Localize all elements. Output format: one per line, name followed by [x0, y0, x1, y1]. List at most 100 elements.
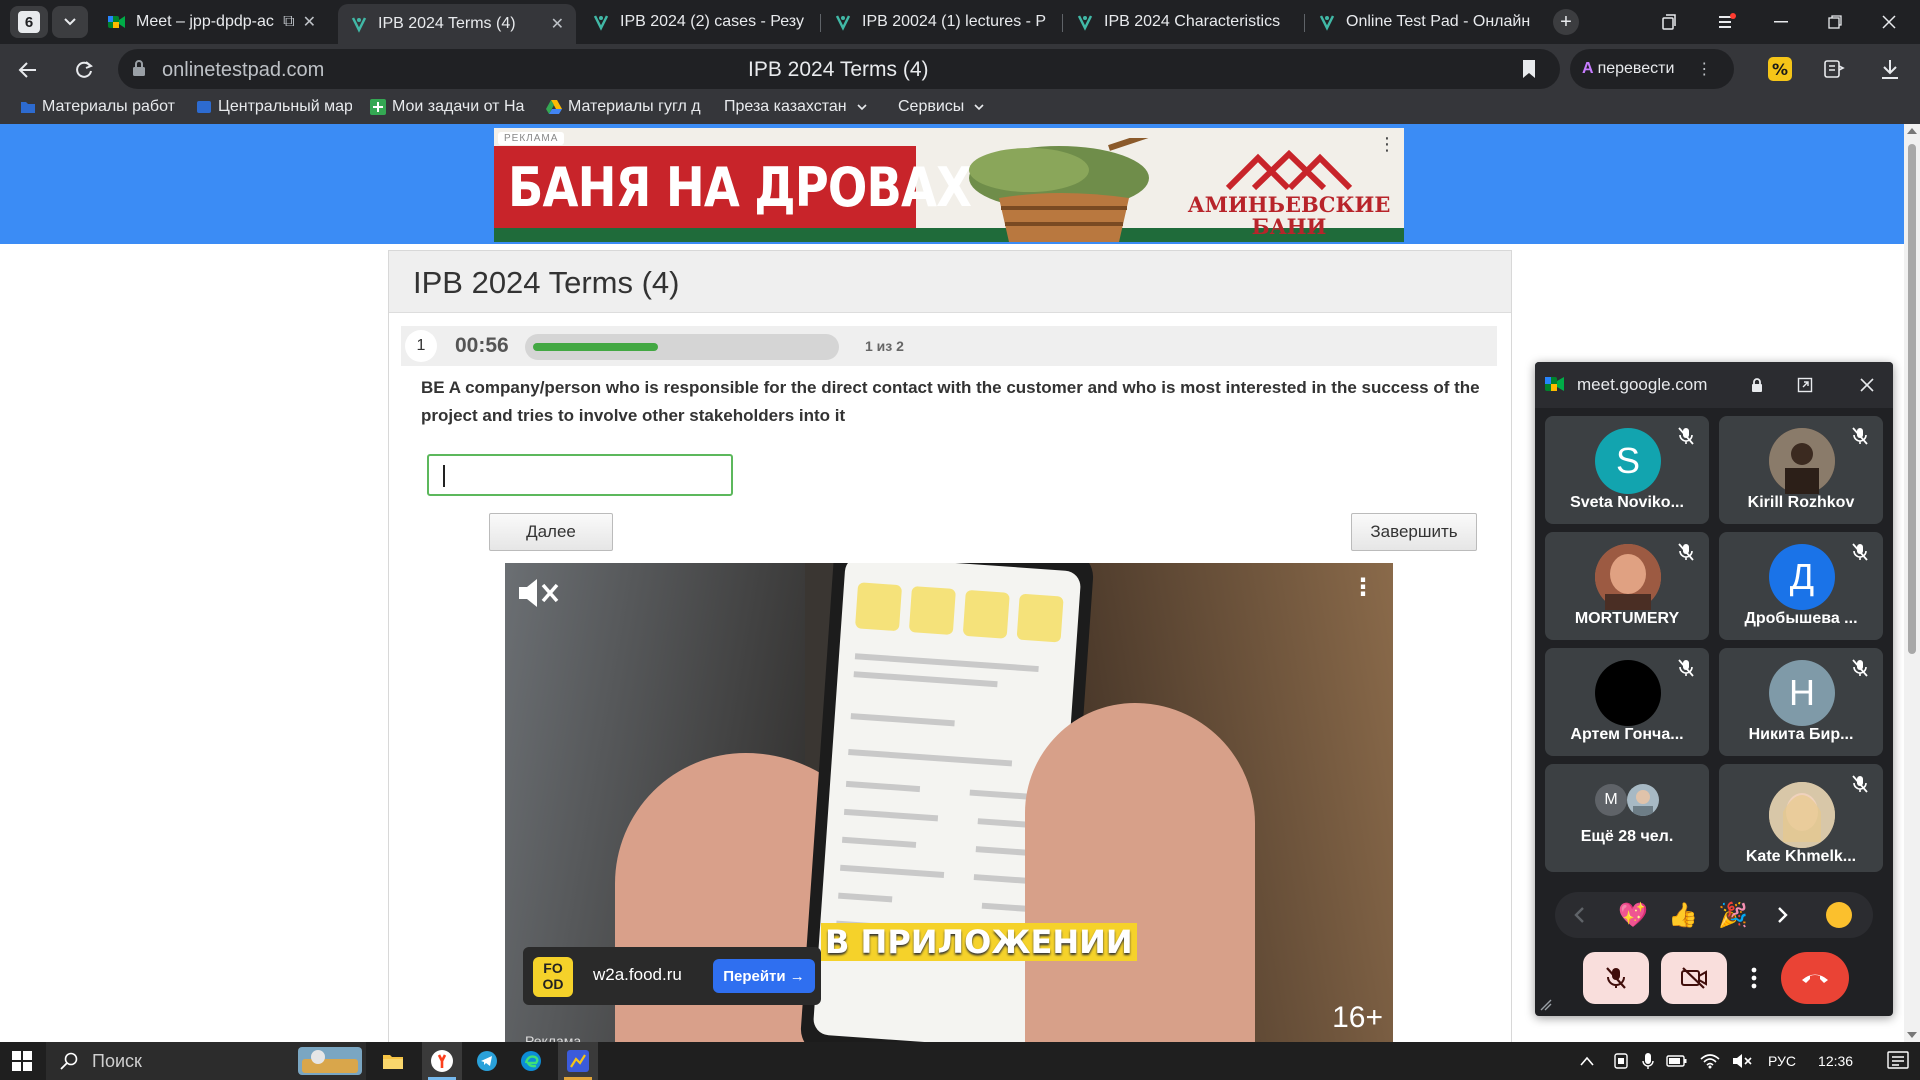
- reload-icon[interactable]: [68, 54, 100, 86]
- microphone-icon[interactable]: [1642, 1052, 1654, 1070]
- chevron-down-icon: [857, 98, 867, 116]
- more-vert-icon[interactable]: ⋮: [1696, 59, 1712, 79]
- tab-ipb-lectures[interactable]: IPB 20024 (1) lectures - Р: [822, 4, 1058, 40]
- finish-button[interactable]: Завершить: [1351, 513, 1477, 551]
- close-icon[interactable]: [1855, 373, 1879, 397]
- more-options-button[interactable]: [1741, 952, 1767, 1004]
- tab-online-test-pad[interactable]: Online Test Pad - Онлайн: [1306, 4, 1542, 40]
- chevron-up-icon[interactable]: [1580, 1056, 1594, 1066]
- promo-cta-button[interactable]: Перейти →: [713, 959, 815, 993]
- tab-list-chevron-icon[interactable]: [52, 6, 88, 38]
- page-scrollbar[interactable]: [1904, 124, 1920, 1042]
- video-promo-card[interactable]: FO OD w2a.food.ru Перейти →: [523, 947, 821, 1005]
- participant-tile[interactable]: Н Никита Бир...: [1719, 648, 1883, 756]
- scroll-up-arrow-icon[interactable]: [1907, 128, 1917, 134]
- skin-tone-icon[interactable]: [1825, 901, 1853, 929]
- party-reaction[interactable]: 🎉: [1718, 901, 1748, 929]
- app-chart-icon[interactable]: [558, 1042, 598, 1080]
- participant-name: Kirill Rozhkov: [1747, 494, 1855, 511]
- muted-speaker-icon[interactable]: [515, 573, 563, 613]
- close-window-icon[interactable]: [1872, 8, 1906, 36]
- video-more-vert-icon[interactable]: ⋮: [1351, 573, 1375, 602]
- close-tab-icon[interactable]: ✕: [303, 12, 316, 32]
- file-explorer-icon[interactable]: [378, 1042, 408, 1080]
- participant-tile[interactable]: Артем Гонча...: [1545, 648, 1709, 756]
- tab-title: IPB 2024 (2) cases - Резу: [620, 13, 804, 30]
- bookmark-icon[interactable]: [1522, 59, 1536, 79]
- participant-tile[interactable]: S Sveta Noviko...: [1545, 416, 1709, 524]
- resize-grip-icon[interactable]: [1539, 998, 1553, 1012]
- participant-tile[interactable]: Kirill Rozhkov: [1719, 416, 1883, 524]
- scroll-down-arrow-icon[interactable]: [1907, 1032, 1917, 1038]
- language-indicator[interactable]: РУС: [1768, 1053, 1796, 1069]
- chevron-right-icon[interactable]: [1769, 901, 1797, 929]
- device-icon[interactable]: [1612, 1052, 1630, 1070]
- download-icon[interactable]: [1876, 55, 1904, 83]
- tab-counter-button[interactable]: 6: [10, 6, 48, 38]
- avatar-photo: [1595, 544, 1661, 610]
- minimize-window-icon[interactable]: [1764, 8, 1798, 36]
- heart-reaction[interactable]: 💖: [1618, 901, 1648, 929]
- tab-meet[interactable]: Meet – jpp-dpdp-ac ⧉ ✕: [96, 4, 328, 40]
- camera-toggle-button[interactable]: [1661, 952, 1727, 1004]
- back-arrow-icon[interactable]: [12, 54, 44, 86]
- back-to-tab-icon[interactable]: [1793, 373, 1817, 397]
- avatar-small: M: [1595, 784, 1627, 816]
- ad-banner[interactable]: РЕКЛАМА БАНЯ НА ДРОВАХ АМИНЬЕВСКИЕ БАНИ ⋮: [494, 128, 1404, 242]
- bookmark-item[interactable]: Материалы работ: [20, 98, 178, 116]
- windows-start-icon[interactable]: [0, 1042, 44, 1080]
- discount-extension-icon[interactable]: %: [1766, 55, 1794, 83]
- mic-off-icon: [1852, 659, 1868, 677]
- google-meet-icon: [1545, 375, 1565, 395]
- reading-list-icon[interactable]: [1820, 55, 1848, 83]
- more-participants-tile[interactable]: M Ещё 28 чел.: [1545, 764, 1709, 872]
- tab-ipb-terms[interactable]: IPB 2024 Terms (4) ✕: [338, 4, 576, 44]
- bookmark-item[interactable]: Материалы гугл д: [546, 98, 706, 116]
- page-title-in-omnibox: IPB 2024 Terms (4): [748, 58, 929, 81]
- folder-icon: [20, 99, 36, 115]
- age-rating: 16+: [1332, 1001, 1383, 1034]
- close-tab-icon[interactable]: ✕: [551, 14, 564, 34]
- yandex-browser-icon[interactable]: [422, 1042, 462, 1080]
- telegram-icon[interactable]: [470, 1042, 504, 1080]
- tab-ipb-cases[interactable]: IPB 2024 (2) cases - Резу: [580, 4, 816, 40]
- wifi-icon[interactable]: [1700, 1053, 1720, 1069]
- participant-tile[interactable]: Д Дробышева ...: [1719, 532, 1883, 640]
- scrollbar-thumb[interactable]: [1908, 144, 1916, 654]
- bookmark-folder[interactable]: Сервисы: [898, 98, 984, 116]
- next-button[interactable]: Далее: [489, 513, 613, 551]
- video-ad[interactable]: ⋮ В ПРИЛОЖЕНИИ FO OD w2a.food.ru Перейти…: [505, 563, 1393, 1042]
- taskbar-search[interactable]: Поиск: [46, 1042, 366, 1080]
- address-bar[interactable]: onlinetestpad.com IPB 2024 Terms (4): [118, 49, 1560, 89]
- avatar: Н: [1769, 660, 1835, 726]
- hang-up-icon: [1802, 974, 1828, 983]
- camera-off-icon: [1681, 967, 1707, 989]
- bookmark-item[interactable]: Центральный мар: [196, 98, 352, 116]
- bookmark-folder[interactable]: Преза казахстан: [724, 98, 867, 116]
- new-tab-plus-icon[interactable]: +: [1553, 9, 1579, 35]
- answer-input[interactable]: [427, 454, 733, 496]
- tab-separator: [1062, 14, 1063, 32]
- lock-icon[interactable]: [132, 60, 146, 77]
- tab-ipb-characteristics[interactable]: IPB 2024 Characteristics: [1064, 4, 1300, 40]
- menu-notification-icon[interactable]: [1710, 8, 1744, 36]
- battery-icon[interactable]: [1666, 1054, 1688, 1068]
- ad-more-vert-icon[interactable]: ⋮: [1378, 134, 1396, 155]
- edge-icon[interactable]: [514, 1042, 548, 1080]
- thumbs-up-reaction[interactable]: 👍: [1668, 901, 1698, 929]
- tab-strip: 6 Meet – jpp-dpdp-ac ⧉ ✕ IPB 2024 Terms …: [0, 0, 1920, 44]
- chevron-left-icon[interactable]: [1565, 901, 1593, 929]
- url-text[interactable]: onlinetestpad.com: [162, 59, 324, 82]
- bookmark-item[interactable]: Мои задачи от На: [370, 98, 530, 116]
- collections-icon[interactable]: [1652, 8, 1686, 36]
- search-placeholder: Поиск: [92, 1050, 142, 1071]
- speaker-muted-icon[interactable]: [1732, 1053, 1752, 1069]
- participant-tile[interactable]: MORTUMERY: [1545, 532, 1709, 640]
- participant-tile[interactable]: Kate Khmelk...: [1719, 764, 1883, 872]
- restore-window-icon[interactable]: [1818, 8, 1852, 36]
- notifications-icon[interactable]: [1887, 1051, 1909, 1071]
- mic-toggle-button[interactable]: [1583, 952, 1649, 1004]
- leave-call-button[interactable]: [1781, 952, 1849, 1004]
- clock[interactable]: 12:36: [1818, 1053, 1853, 1069]
- translate-button[interactable]: A перевести ⋮: [1570, 49, 1734, 89]
